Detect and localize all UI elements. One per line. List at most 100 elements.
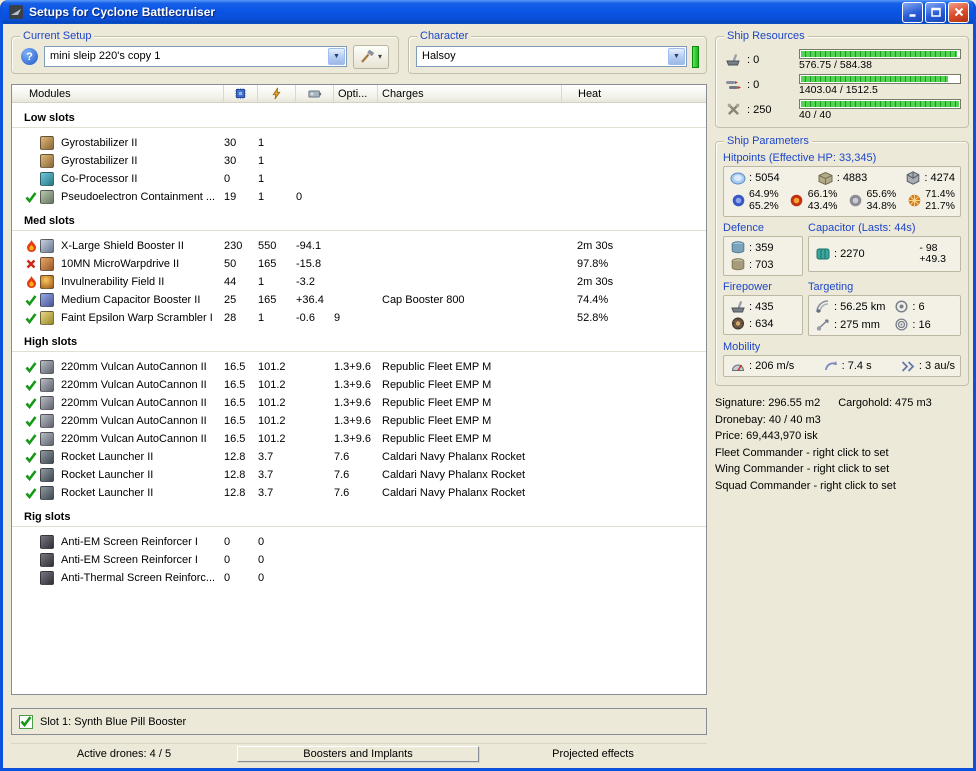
module-row[interactable]: Gyrostabilizer II 30 1 — [12, 134, 706, 152]
module-name: Pseudoelectron Containment ... — [61, 191, 216, 203]
character-combobox[interactable]: Halsoy ▼ — [416, 46, 687, 67]
module-heat: 2m 30s — [577, 240, 614, 252]
em-resist-icon — [729, 194, 747, 207]
modules-table-header: Modules Opti... Charges Heat — [12, 85, 706, 103]
module-row[interactable]: Anti-EM Screen Reinforcer I 0 0 — [12, 551, 706, 569]
launchers-pg-row: 0 1403.04 / 1512.5 — [723, 72, 961, 97]
module-row[interactable]: 220mm Vulcan AutoCannon II 16.5 101.2 1.… — [12, 394, 706, 412]
module-status — [22, 259, 40, 269]
module-row[interactable]: Anti-Thermal Screen Reinforc... 0 0 — [12, 569, 706, 587]
fleet-commander-text[interactable]: Fleet Commander - right click to set — [715, 445, 969, 462]
wrench-icon — [360, 50, 374, 63]
module-capacitor-value: +36.4 — [296, 294, 324, 306]
firepower-label: Firepower — [723, 281, 772, 293]
module-optimal-value: 7.6 — [334, 469, 350, 481]
module-row[interactable]: Rocket Launcher II 12.8 3.7 7.6 Caldari … — [12, 484, 706, 502]
reinforced-tank-icon — [729, 258, 747, 271]
module-name: 220mm Vulcan AutoCannon II — [61, 397, 207, 409]
module-icon-cell — [40, 311, 58, 325]
cpu-column-header — [224, 85, 258, 102]
booster-checkbox[interactable] — [19, 714, 33, 729]
titlebar[interactable]: Setups for Cyclone Battlecruiser — [3, 0, 973, 24]
booster-slot-box: Slot 1: Synth Blue Pill Booster — [11, 708, 707, 735]
ship-parameters-group: Ship Parameters Hitpoints (Effective HP:… — [715, 135, 969, 386]
armor-hp-value: 4883 — [837, 172, 867, 184]
module-powergrid-value: 165 — [258, 258, 277, 270]
squad-commander-text[interactable]: Squad Commander - right click to set — [715, 478, 969, 495]
module-row[interactable]: X-Large Shield Booster II 230 550 -94.1 … — [12, 237, 706, 255]
module-cpu-value: 19 — [224, 191, 237, 203]
projected-effects-panel[interactable]: Projected effects — [479, 746, 707, 762]
maximize-button[interactable] — [925, 1, 946, 23]
close-button[interactable] — [948, 1, 969, 23]
rocket-module-icon — [40, 486, 54, 500]
module-optimal-value: 7.6 — [334, 451, 350, 463]
sensor-strength-value: 16 — [912, 319, 930, 331]
active-drones-panel[interactable]: Active drones: 4 / 5 — [11, 746, 237, 762]
character-combobox-value[interactable]: Halsoy — [417, 47, 667, 66]
slot-section-title: Rig slots — [24, 511, 71, 523]
module-row[interactable]: 10MN MicroWarpdrive II 50 165 -15.8 97.8… — [12, 255, 706, 273]
help-icon[interactable]: ? — [21, 48, 38, 65]
ship-resources-group: Ship Resources 0 576.75 / 584.38 0 1403.… — [715, 30, 969, 128]
module-status — [22, 487, 40, 499]
module-row[interactable]: Invulnerability Field II 44 1 -3.2 2m 30… — [12, 273, 706, 291]
setup-tools-button[interactable]: ▾ — [352, 44, 389, 69]
module-icon-cell — [40, 535, 58, 549]
module-row[interactable]: Rocket Launcher II 12.8 3.7 7.6 Caldari … — [12, 448, 706, 466]
eft-window: Setups for Cyclone Battlecruiser Current… — [0, 0, 976, 771]
module-charge: Republic Fleet EMP M — [382, 397, 492, 409]
module-optimal-value: 7.6 — [334, 487, 350, 499]
module-row[interactable]: Co-Processor II 0 1 — [12, 170, 706, 188]
shield-icon — [729, 172, 747, 185]
module-row[interactable]: Rocket Launcher II 12.8 3.7 7.6 Caldari … — [12, 466, 706, 484]
module-row[interactable]: Medium Capacitor Booster II 25 165 +36.4… — [12, 291, 706, 309]
module-row[interactable]: 220mm Vulcan AutoCannon II 16.5 101.2 1.… — [12, 376, 706, 394]
module-name: Invulnerability Field II — [61, 276, 165, 288]
setup-combobox-arrow[interactable]: ▼ — [327, 48, 345, 65]
wing-commander-text[interactable]: Wing Commander - right click to set — [715, 461, 969, 478]
module-status — [22, 312, 40, 324]
price-text: Price: 69,443,970 isk — [715, 430, 818, 442]
module-cpu-value: 25 — [224, 294, 237, 306]
module-row[interactable]: 220mm Vulcan AutoCannon II 16.5 101.2 1.… — [12, 430, 706, 448]
dps-icon — [729, 300, 747, 313]
character-combobox-arrow[interactable]: ▼ — [668, 48, 685, 65]
character-label: Character — [417, 30, 472, 43]
module-charge: Cap Booster 800 — [382, 294, 465, 306]
setup-combobox[interactable]: mini sleip 220's copy 1 ▼ — [44, 46, 347, 67]
active-check-icon — [25, 191, 37, 203]
firepower-box: 435 634 — [723, 295, 803, 335]
minimize-button[interactable] — [902, 1, 923, 23]
module-cpu-value: 16.5 — [224, 361, 246, 373]
boosters-implants-button[interactable]: Boosters and Implants — [237, 746, 479, 762]
module-icon-cell — [40, 553, 58, 567]
module-icon-cell — [40, 468, 58, 482]
scrambler-module-icon — [40, 311, 54, 325]
module-row[interactable]: Anti-EM Screen Reinforcer I 0 0 — [12, 533, 706, 551]
module-heat: 52.8% — [577, 312, 609, 324]
module-row[interactable]: Pseudoelectron Containment ... 19 1 0 — [12, 188, 706, 206]
module-icon-cell — [40, 432, 58, 446]
active-check-icon — [25, 312, 37, 324]
module-row[interactable]: Gyrostabilizer II 30 1 — [12, 152, 706, 170]
active-check-icon — [25, 397, 37, 409]
setup-combobox-value[interactable]: mini sleip 220's copy 1 — [45, 47, 327, 66]
hull-icon — [904, 171, 922, 185]
powergrid-bar — [799, 73, 961, 84]
slot-section-title: Med slots — [24, 215, 75, 227]
cargohold-text: Cargohold: 475 m3 — [838, 397, 932, 409]
module-row[interactable]: 220mm Vulcan AutoCannon II 16.5 101.2 1.… — [12, 412, 706, 430]
targeting-range-value: 56.25 km — [834, 301, 885, 313]
autocannon-module-icon — [40, 378, 54, 392]
module-icon-cell — [40, 293, 58, 307]
module-powergrid-value: 1 — [258, 312, 265, 324]
module-powergrid-value: 3.7 — [258, 451, 274, 463]
module-cpu-value: 16.5 — [224, 397, 246, 409]
module-row[interactable]: Faint Epsilon Warp Scrambler I 28 1 -0.6… — [12, 309, 706, 327]
kinetic-resist-icon — [846, 194, 864, 207]
volley-value: 634 — [749, 318, 773, 330]
module-row[interactable]: 220mm Vulcan AutoCannon II 16.5 101.2 1.… — [12, 358, 706, 376]
module-cpu-value: 230 — [224, 240, 243, 252]
heat-column-header: Heat — [578, 87, 602, 100]
